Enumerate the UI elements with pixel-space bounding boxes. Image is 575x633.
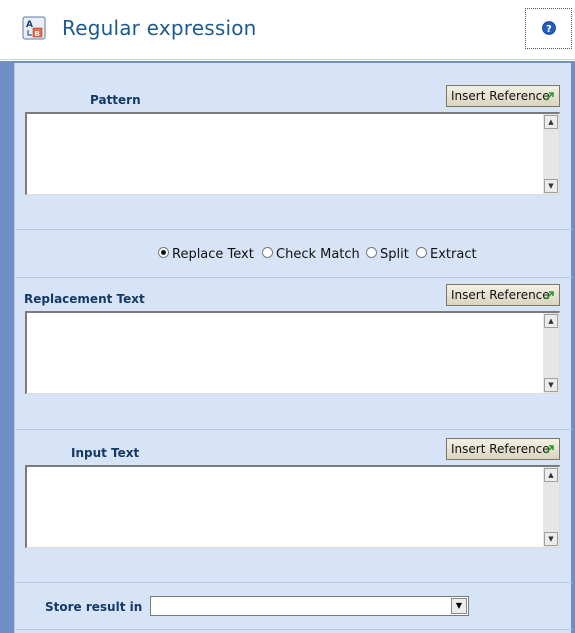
pattern-label: Pattern bbox=[90, 93, 141, 107]
divider bbox=[15, 582, 572, 583]
radio-unchecked-icon bbox=[416, 247, 427, 258]
insert-reference-label: Insert Reference bbox=[451, 89, 550, 103]
radio-label: Extract bbox=[430, 247, 477, 262]
svg-text:A: A bbox=[26, 20, 33, 30]
insert-reference-label: Insert Reference bbox=[451, 442, 550, 456]
divider bbox=[15, 429, 572, 430]
radio-unchecked-icon bbox=[366, 247, 377, 258]
scroll-up-icon[interactable]: ▲ bbox=[544, 314, 558, 328]
radio-check-match[interactable]: Check Match bbox=[262, 247, 360, 265]
divider bbox=[15, 229, 572, 230]
replacement-insert-reference-button[interactable]: Insert Reference bbox=[446, 284, 560, 306]
mode-options: Replace Text Check Match Split Extract bbox=[15, 247, 572, 265]
divider bbox=[15, 277, 572, 278]
input-textarea[interactable]: ▲ ▼ bbox=[25, 465, 560, 548]
divider bbox=[15, 629, 572, 630]
form-panel: Pattern Insert Reference ▲ ▼ Replace Tex… bbox=[0, 61, 575, 633]
page-title: Regular expression bbox=[62, 16, 257, 40]
help-button[interactable]: ? bbox=[525, 8, 572, 49]
scroll-down-icon[interactable]: ▼ bbox=[544, 378, 558, 392]
radio-checked-icon bbox=[158, 247, 169, 258]
radio-label: Split bbox=[380, 247, 409, 262]
header: A B Regular expression ? bbox=[0, 0, 575, 60]
svg-text:B: B bbox=[35, 30, 40, 38]
scroll-down-icon[interactable]: ▼ bbox=[544, 179, 558, 193]
scroll-up-icon[interactable]: ▲ bbox=[544, 468, 558, 482]
radio-replace-text[interactable]: Replace Text bbox=[158, 247, 254, 265]
replacement-label: Replacement Text bbox=[24, 292, 145, 306]
chevron-down-icon[interactable]: ▼ bbox=[451, 598, 467, 614]
form-body: Pattern Insert Reference ▲ ▼ Replace Tex… bbox=[14, 63, 572, 633]
radio-label: Check Match bbox=[276, 247, 360, 262]
radio-extract[interactable]: Extract bbox=[416, 247, 477, 265]
input-insert-reference-button[interactable]: Insert Reference bbox=[446, 438, 560, 460]
insert-arrow-icon bbox=[545, 445, 554, 454]
store-result-select[interactable]: ▼ bbox=[150, 596, 469, 616]
pattern-scrollbar[interactable]: ▲ ▼ bbox=[543, 114, 559, 194]
pattern-textarea[interactable]: ▲ ▼ bbox=[25, 112, 560, 195]
input-scrollbar[interactable]: ▲ ▼ bbox=[543, 467, 559, 547]
replacement-scrollbar[interactable]: ▲ ▼ bbox=[543, 313, 559, 393]
scroll-down-icon[interactable]: ▼ bbox=[544, 532, 558, 546]
replacement-textarea[interactable]: ▲ ▼ bbox=[25, 311, 560, 394]
insert-arrow-icon bbox=[545, 291, 554, 300]
radio-label: Replace Text bbox=[172, 247, 254, 262]
insert-reference-label: Insert Reference bbox=[451, 288, 550, 302]
radio-unchecked-icon bbox=[262, 247, 273, 258]
scroll-up-icon[interactable]: ▲ bbox=[544, 115, 558, 129]
insert-arrow-icon bbox=[545, 92, 554, 101]
pattern-insert-reference-button[interactable]: Insert Reference bbox=[446, 85, 560, 107]
radio-split[interactable]: Split bbox=[366, 247, 409, 265]
help-icon: ? bbox=[542, 21, 556, 35]
store-result-label: Store result in bbox=[45, 600, 143, 614]
input-label: Input Text bbox=[71, 446, 140, 460]
regex-app-icon: A B bbox=[22, 16, 46, 40]
svg-text:?: ? bbox=[546, 24, 552, 35]
